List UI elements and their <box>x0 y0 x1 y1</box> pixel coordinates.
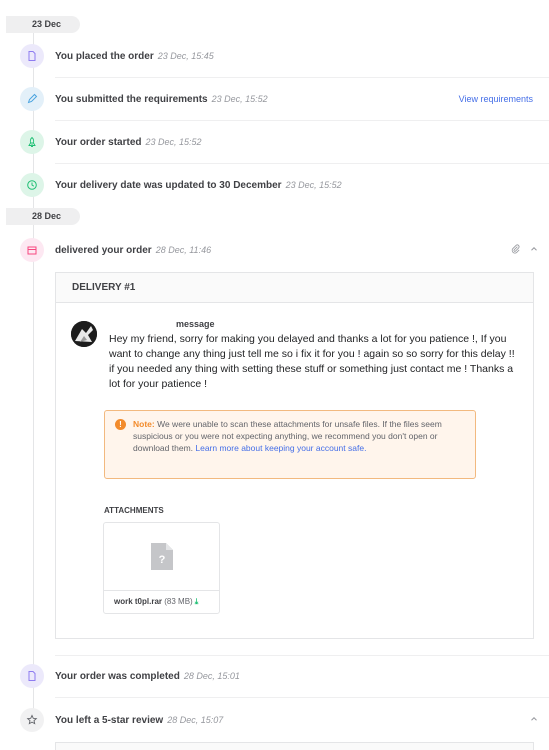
event-requirements-submitted: You submitted the requirements 23 Dec, 15… <box>20 87 549 111</box>
file-size: (83 MB) <box>164 597 193 606</box>
chevron-up-icon[interactable] <box>529 714 539 727</box>
event-time: 23 Dec, 15:52 <box>211 93 268 104</box>
date-divider: 23 Dec <box>6 16 80 33</box>
paperclip-icon[interactable] <box>510 243 521 257</box>
event-order-placed: You placed the order 23 Dec, 15:45 <box>20 44 549 68</box>
event-delivery-date-updated: Your delivery date was updated to 30 Dec… <box>20 173 549 197</box>
date-divider: 28 Dec <box>6 208 80 225</box>
package-icon <box>20 238 44 262</box>
file-thumbnail[interactable]: ? <box>104 523 219 591</box>
event-time: 28 Dec, 15:07 <box>167 714 224 725</box>
chevron-up-icon[interactable] <box>529 244 539 257</box>
document-icon <box>20 664 44 688</box>
event-time: 28 Dec, 11:46 <box>155 244 212 255</box>
clock-icon <box>20 173 44 197</box>
file-name: work t0pl.rar <box>114 597 163 606</box>
delivery-message: Hey my friend, sorry for making you dela… <box>109 333 515 390</box>
unknown-file-icon: ? <box>150 543 173 570</box>
event-order-completed: Your order was completed 28 Dec, 15:01 <box>20 664 549 688</box>
event-time: 23 Dec, 15:45 <box>157 50 214 61</box>
review-panel <box>55 742 534 750</box>
event-time: 28 Dec, 15:01 <box>183 670 240 681</box>
event-time: 23 Dec, 15:52 <box>145 136 202 147</box>
divider <box>55 163 549 164</box>
attachments-title: ATTACHMENTS <box>104 506 164 515</box>
account-safety-link[interactable]: Learn more about keeping your account sa… <box>195 443 366 453</box>
divider <box>55 77 549 78</box>
divider <box>55 697 549 698</box>
message-label: message <box>176 319 215 329</box>
event-text: Your delivery date was updated to 30 Dec… <box>55 179 282 191</box>
event-text: You submitted the requirements <box>55 93 208 105</box>
event-order-delivered: delivered your order 28 Dec, 11:46 <box>20 238 549 262</box>
attachment-card[interactable]: ? work t0pl.rar (83 MB) ⤓ <box>103 522 220 614</box>
event-text: Your order started <box>55 136 142 148</box>
event-text: You left a 5-star review <box>55 714 164 726</box>
download-icon[interactable]: ⤓ <box>195 597 199 606</box>
divider <box>55 655 549 656</box>
star-icon <box>20 708 44 732</box>
avatar <box>71 321 97 347</box>
delivery-title: DELIVERY #1 <box>56 273 533 303</box>
view-requirements-link[interactable]: View requirements <box>459 94 533 104</box>
note-label: Note: <box>133 419 155 429</box>
rocket-icon <box>20 130 44 154</box>
svg-text:?: ? <box>158 554 165 566</box>
event-time: 23 Dec, 15:52 <box>285 179 342 190</box>
event-text: delivered your order <box>55 244 152 256</box>
delivery-panel: DELIVERY #1 message Hey my friend, sorry… <box>55 272 534 639</box>
event-order-started: Your order started 23 Dec, 15:52 <box>20 130 549 154</box>
warning-icon: ! <box>115 419 126 430</box>
pencil-icon <box>20 87 44 111</box>
divider <box>55 120 549 121</box>
event-text: Your order was completed <box>55 670 180 682</box>
unsafe-files-note: ! Note: We were unable to scan these att… <box>104 410 476 479</box>
event-review-left: You left a 5-star review 28 Dec, 15:07 <box>20 708 549 732</box>
document-icon <box>20 44 44 68</box>
event-text: You placed the order <box>55 50 154 62</box>
